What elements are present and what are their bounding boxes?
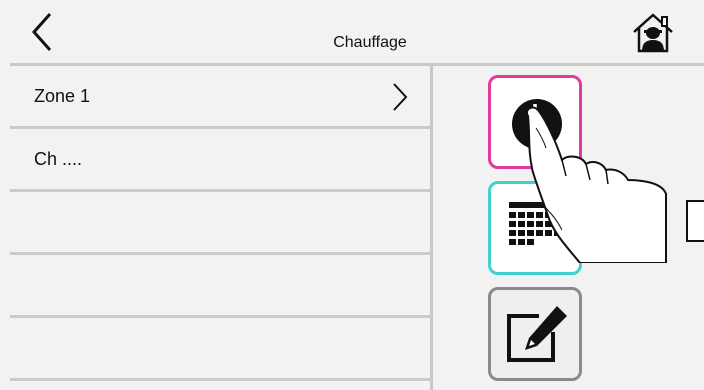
list-item-empty[interactable]	[10, 255, 430, 318]
clock-button[interactable]	[488, 75, 582, 169]
clock-icon	[512, 99, 562, 149]
home-button[interactable]	[630, 12, 676, 54]
home-person-icon	[633, 13, 673, 53]
column-divider	[430, 66, 433, 390]
calendar-button[interactable]	[488, 181, 582, 275]
side-panel-edge	[686, 200, 704, 242]
header-bar: Chauffage	[0, 0, 704, 62]
list-item-empty[interactable]	[10, 192, 430, 255]
list-item-label: Ch ....	[34, 149, 83, 169]
list-item-label: Zone 1	[34, 86, 91, 106]
edit-button[interactable]	[488, 287, 582, 381]
calendar-icon	[509, 202, 561, 245]
zone-list: Zone 1 Ch ....	[10, 66, 430, 381]
list-item-ch[interactable]: Ch ....	[10, 129, 430, 192]
edit-icon	[507, 306, 567, 362]
page-title: Chauffage	[333, 34, 407, 51]
list-item-zone-1[interactable]: Zone 1	[10, 66, 430, 129]
list-item-empty[interactable]	[10, 318, 430, 381]
chevron-right-icon	[393, 83, 408, 111]
